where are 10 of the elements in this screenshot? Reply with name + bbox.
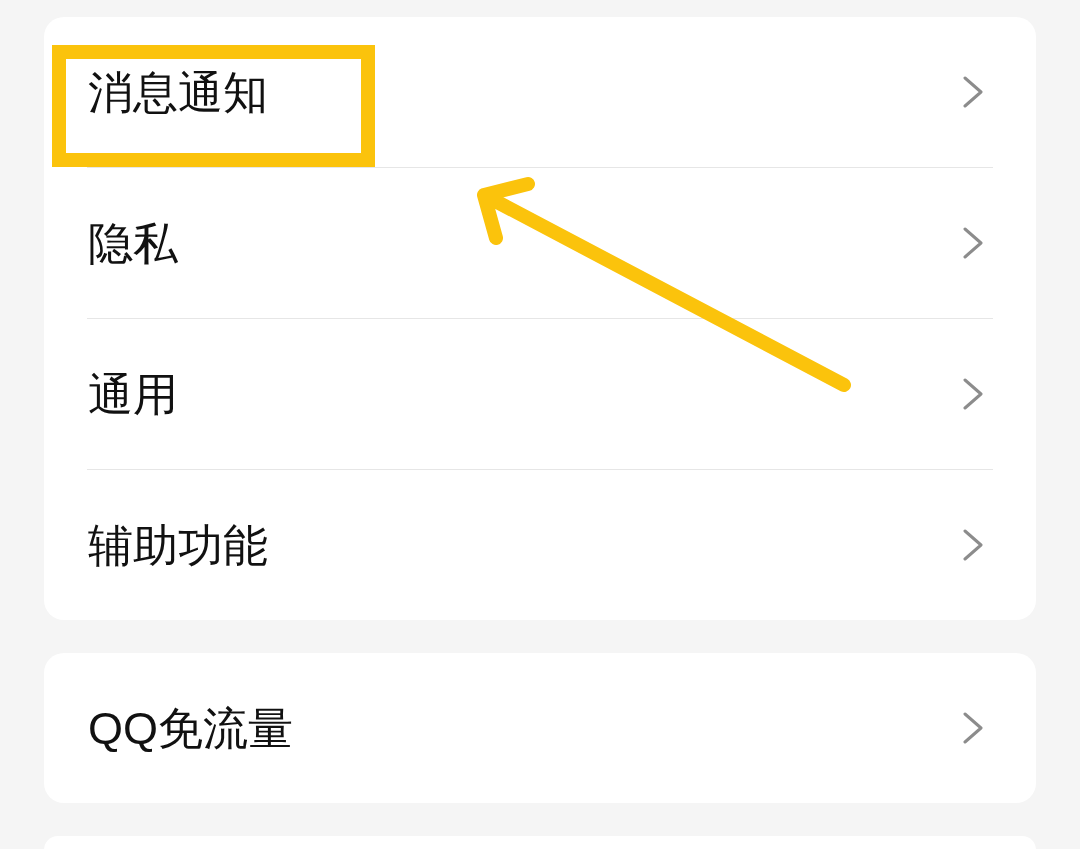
settings-item[interactable]: 辅助功能: [44, 470, 1036, 620]
settings-item[interactable]: 消息通知: [44, 17, 1036, 167]
chevron-right-icon: [963, 76, 983, 108]
chevron-right-icon: [963, 227, 983, 259]
settings-item[interactable]: QQ免流量: [44, 653, 1036, 803]
chevron-right-icon: [963, 712, 983, 744]
settings-item[interactable]: 隐私: [44, 168, 1036, 318]
chevron-right-icon: [963, 378, 983, 410]
settings-item[interactable]: 通用: [44, 319, 1036, 469]
chevron-right-icon: [963, 529, 983, 561]
